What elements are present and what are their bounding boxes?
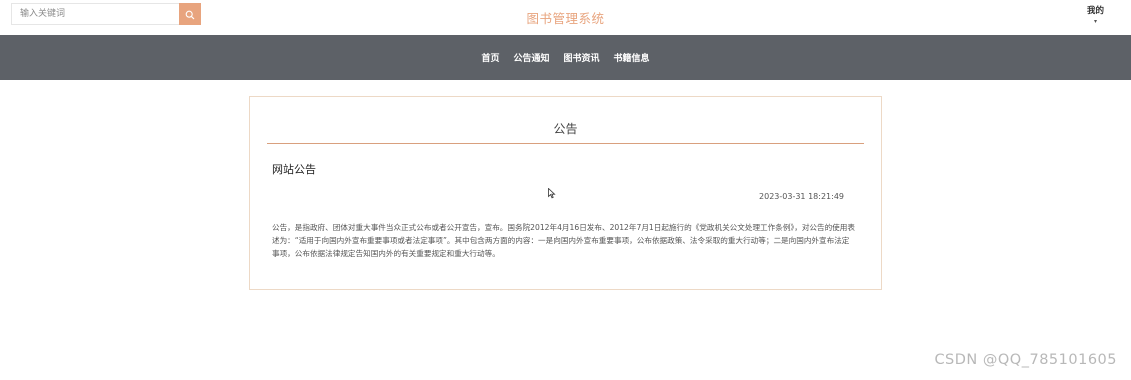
mouse-cursor-icon xyxy=(548,184,556,203)
site-title: 图书管理系统 xyxy=(526,11,605,26)
chevron-down-icon: ▾ xyxy=(1093,18,1097,25)
main-nav: 首页 公告通知 图书资讯 书籍信息 xyxy=(0,35,1131,80)
my-account-menu[interactable]: 我的 ▾ xyxy=(1087,4,1104,25)
nav-item-notices[interactable]: 公告通知 xyxy=(510,51,552,64)
nav-item-home[interactable]: 首页 xyxy=(478,51,502,64)
watermark-text: CSDN @QQ_785101605 xyxy=(934,352,1117,368)
section-title: 公告 xyxy=(267,120,864,144)
top-header: 图书管理系统 我的 ▾ xyxy=(0,0,1131,35)
notice-timestamp: 2023-03-31 18:21:49 xyxy=(759,192,844,201)
my-account-label: 我的 xyxy=(1086,6,1104,16)
notice-content: 公告，是指政府、团体对重大事件当众正式公布或者公开宣告，宣布。国务院2012年4… xyxy=(272,223,855,258)
nav-item-book-news[interactable]: 图书资讯 xyxy=(561,51,603,64)
notice-card: 公告 网站公告 2023-03-31 18:21:49 公告，是指政府、团体对重… xyxy=(249,96,882,290)
notice-title: 网站公告 xyxy=(272,163,316,176)
nav-item-book-info[interactable]: 书籍信息 xyxy=(611,51,653,64)
